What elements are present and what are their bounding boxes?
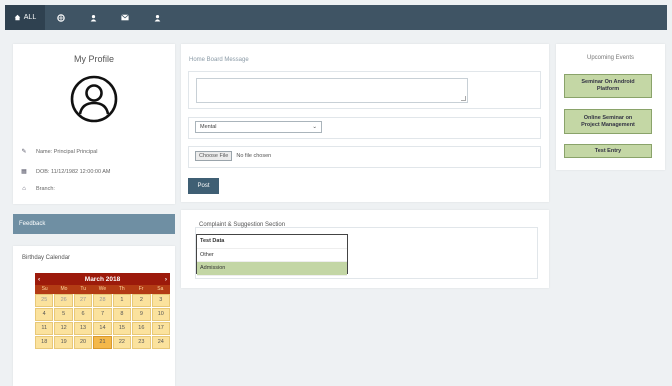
home-board-select[interactable]: Mental ⌄ [195, 121, 322, 133]
profile-title: My Profile [73, 54, 114, 64]
list-item-selected[interactable]: Admission [197, 262, 347, 276]
calendar-day[interactable]: 3 [151, 294, 170, 307]
calendar-day[interactable]: 2 [132, 294, 151, 307]
calendar-day[interactable]: 14 [93, 322, 112, 335]
event-label: Online Seminar on [583, 114, 633, 121]
calendar-grid: 25 26 27 28 1 2 3 4 5 6 7 8 9 10 11 12 1… [35, 294, 170, 349]
calendar-day[interactable]: 26 [54, 294, 73, 307]
list-item[interactable]: Other [197, 249, 347, 262]
file-status: No file chosen [236, 153, 272, 159]
calendar-weekdays: Su Mo Tu We Th Fr Sa [35, 285, 170, 294]
home-board-panel: Home Board Message Mental ⌄ Choose File … [181, 44, 549, 202]
tab-mail[interactable] [109, 5, 141, 30]
mail-icon [121, 14, 129, 21]
profile-branch: Branch: [36, 186, 55, 192]
calendar-day[interactable]: 20 [73, 336, 93, 349]
calendar-header: ‹ March 2018 › [35, 273, 170, 285]
calendar-day[interactable]: 22 [112, 336, 132, 349]
calendar-day[interactable]: 6 [73, 308, 93, 321]
weekday-label: Fr [138, 286, 144, 292]
calendar-day[interactable]: 13 [73, 322, 93, 335]
globe-icon [57, 13, 65, 22]
birthday-panel: Birthday Calendar ‹ March 2018 › Su Mo T… [13, 246, 175, 386]
calendar-month-label: March 2018 [84, 275, 121, 283]
calendar-day[interactable]: 9 [132, 308, 151, 321]
calendar-day[interactable]: 28 [93, 294, 112, 307]
calendar-icon: ▦ [21, 169, 27, 175]
chevron-down-icon: ⌄ [312, 124, 317, 130]
person-icon [154, 14, 161, 22]
tab-globe[interactable] [45, 5, 77, 30]
choose-file-button[interactable]: Choose File [195, 151, 233, 161]
calendar-day[interactable]: 12 [54, 322, 73, 335]
complaint-label: Complaint & Suggestion Section [199, 222, 286, 228]
calendar-day[interactable]: 17 [151, 322, 170, 335]
home-icon [14, 14, 21, 21]
tab-all-label: ALL [23, 14, 37, 21]
person-icon [90, 14, 97, 22]
weekday-label: Tu [80, 286, 87, 292]
weekday-label: Th [118, 286, 125, 292]
select-value: Mental [200, 124, 217, 130]
profile-dob: DOB: 11/12/1982 12:00:00 AM [36, 168, 111, 175]
top-navbar: ALL [5, 5, 667, 30]
branch-icon: ⌂ [22, 186, 26, 192]
calendar-day[interactable]: 16 [132, 322, 151, 335]
file-input: Choose File No file chosen [195, 151, 271, 161]
upcoming-title: Upcoming Events [586, 55, 635, 61]
event-button-test-entry[interactable]: Test Entry [564, 144, 652, 158]
calendar-day[interactable]: 4 [35, 308, 54, 321]
calendar-day[interactable]: 1 [112, 294, 132, 307]
user-circle-icon [69, 74, 119, 129]
weekday-label: Sa [157, 286, 164, 292]
feedback-bar[interactable]: Feedback [13, 214, 175, 234]
calendar-day[interactable]: 10 [151, 308, 170, 321]
home-board-message-input[interactable] [196, 78, 468, 103]
calendar-day[interactable]: 5 [54, 308, 73, 321]
upcoming-events-panel: Upcoming Events Seminar On Android Platf… [556, 44, 665, 170]
profile-name-row: ✎ Name: Principal Principal [21, 148, 98, 156]
home-board-label: Home Board Message [189, 57, 249, 63]
profile-dob-row: ▦ DOB: 11/12/1982 12:00:00 AM [21, 168, 111, 176]
calendar-day[interactable]: 23 [132, 336, 151, 349]
tab-all[interactable]: ALL [5, 5, 45, 30]
calendar-day[interactable]: 27 [73, 294, 93, 307]
calendar-day[interactable]: 8 [112, 308, 132, 321]
calendar-day[interactable]: 19 [54, 336, 73, 349]
feedback-label: Feedback [19, 221, 46, 227]
birthday-title: Birthday Calendar [22, 255, 71, 261]
profile-panel: My Profile ✎ Name: Principal Principal ▦… [13, 44, 175, 204]
profile-branch-row: ⌂ Branch: [21, 186, 55, 192]
tab-person[interactable] [77, 5, 109, 30]
weekday-label: Su [41, 286, 48, 292]
event-button-android[interactable]: Seminar On Android Platform [564, 74, 652, 98]
birthday-calendar: ‹ March 2018 › Su Mo Tu We Th Fr Sa 25 2… [35, 273, 170, 349]
weekday-label: We [98, 286, 107, 292]
list-item[interactable]: Test Data [197, 235, 347, 249]
profile-name: Name: Principal Principal [36, 148, 98, 155]
calendar-day-today[interactable]: 21 [93, 336, 112, 349]
next-month-button[interactable]: › [165, 276, 167, 283]
event-label: Seminar On Android [581, 79, 635, 85]
calendar-day[interactable]: 15 [112, 322, 132, 335]
calendar-day[interactable]: 11 [35, 322, 54, 335]
pencil-icon: ✎ [21, 149, 27, 155]
calendar-day[interactable]: 18 [35, 336, 54, 349]
tab-person-2[interactable] [141, 5, 173, 30]
complaint-listbox[interactable]: Test Data Other Admission [196, 234, 348, 276]
event-label: Test Entry [594, 147, 622, 154]
event-button-project[interactable]: Online Seminar on Project Management [564, 109, 652, 134]
prev-month-button[interactable]: ‹ [38, 276, 40, 283]
calendar-day[interactable]: 25 [35, 294, 54, 307]
event-label: Platform [596, 86, 620, 92]
calendar-day[interactable]: 7 [93, 308, 112, 321]
weekday-label: Mo [60, 286, 68, 292]
event-label: Project Management [581, 121, 635, 128]
post-button[interactable]: Post [188, 178, 219, 194]
complaint-panel: Complaint & Suggestion Section Test Data… [181, 210, 549, 288]
calendar-day[interactable]: 24 [151, 336, 170, 349]
